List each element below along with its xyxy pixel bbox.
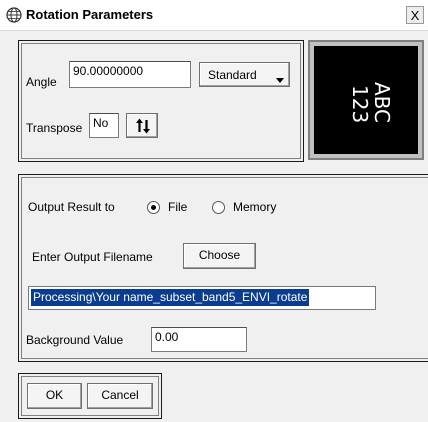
output-result-label: Output Result to	[28, 200, 115, 214]
angle-input[interactable]: 90.00000000	[69, 61, 191, 88]
rotation-parameters-dialog: Rotation Parameters X Angle 90.00000000 …	[0, 0, 428, 422]
memory-radio[interactable]	[212, 201, 225, 214]
globe-icon	[6, 7, 22, 23]
background-value-input[interactable]: 0.00	[151, 327, 247, 352]
output-filename-text: Processing\Your name_subset_band5_ENVI_r…	[31, 289, 310, 306]
memory-radio-label[interactable]: Memory	[233, 200, 276, 214]
angle-label: Angle	[26, 75, 57, 89]
background-value-label: Background Value	[26, 333, 124, 347]
standard-dropdown-button[interactable]: Standard	[199, 62, 290, 87]
rotation-group	[18, 40, 304, 162]
preview-canvas: ABC 123	[314, 46, 418, 154]
transpose-label: Transpose	[26, 121, 83, 135]
ok-button[interactable]: OK	[27, 383, 82, 409]
cancel-button[interactable]: Cancel	[87, 383, 153, 409]
transpose-toggle-button[interactable]	[126, 113, 158, 138]
preview-text-line2: 123	[348, 85, 372, 124]
rotation-preview: ABC 123	[308, 40, 424, 160]
close-button[interactable]: X	[406, 6, 424, 24]
standard-label: Standard	[208, 68, 257, 82]
file-radio[interactable]	[147, 201, 160, 214]
transpose-field[interactable]: No	[89, 113, 119, 138]
title-bar: Rotation Parameters X	[0, 0, 428, 31]
output-filename-input[interactable]: Processing\Your name_subset_band5_ENVI_r…	[28, 286, 376, 310]
window-title: Rotation Parameters	[26, 7, 154, 22]
up-down-arrows-icon	[135, 118, 151, 137]
choose-button[interactable]: Choose	[183, 243, 256, 269]
triangle-down-icon	[276, 73, 284, 87]
radio-selected-dot	[151, 205, 156, 210]
output-filename-label: Enter Output Filename	[32, 250, 153, 264]
preview-text-line1: ABC	[370, 82, 394, 124]
file-radio-label[interactable]: File	[168, 200, 187, 214]
